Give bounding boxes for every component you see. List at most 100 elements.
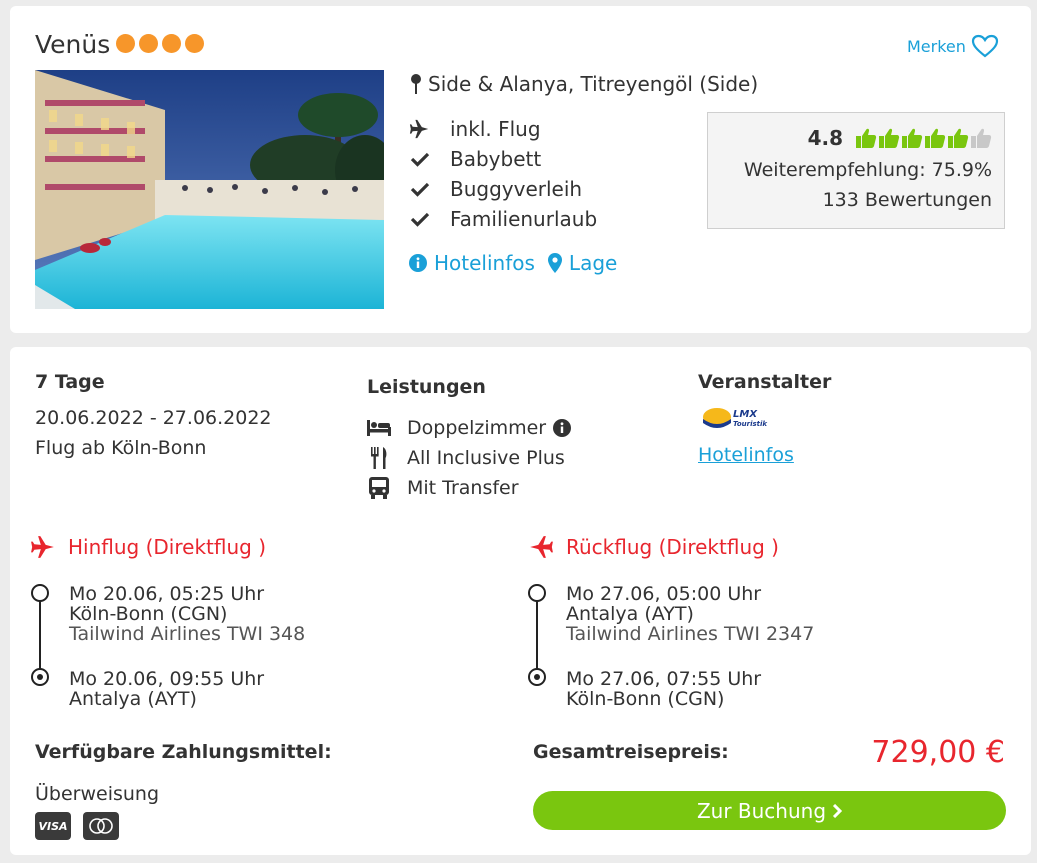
- departure-airport: Flug ab Köln-Bonn: [35, 437, 207, 459]
- timeline-line: [536, 594, 538, 676]
- feature-label: Babybett: [450, 147, 542, 171]
- payment-method: Überweisung: [35, 783, 160, 805]
- mastercard-icon: [83, 812, 119, 840]
- star-icon: [116, 34, 135, 53]
- lage-label: Lage: [568, 251, 618, 275]
- review-count[interactable]: 133 Bewertungen: [823, 189, 992, 211]
- thumb-up-icon: [879, 128, 900, 148]
- departure-time: Mo 27.06, 05:00 Uhr: [566, 583, 762, 605]
- arrival-airport: Köln-Bonn (CGN): [566, 688, 725, 710]
- star-icon: [162, 34, 181, 53]
- hotel-stars: [116, 34, 204, 53]
- feature-item: Familienurlaub: [408, 204, 597, 234]
- feature-item: inkl. Flug: [408, 114, 597, 144]
- cutlery-icon: [367, 447, 391, 469]
- veranstalter-heading: Veranstalter: [698, 371, 832, 393]
- tour-operator-logo: LMX Touristik: [700, 403, 776, 433]
- visa-icon: VISA: [35, 812, 71, 840]
- hotelinfos-label: Hotelinfos: [434, 251, 535, 275]
- total-price: 729,00 €: [871, 735, 1005, 770]
- info-icon[interactable]: [552, 418, 572, 438]
- payment-heading: Verfügbare Zahlungsmittel:: [35, 741, 332, 763]
- thumb-up-icon: [971, 128, 992, 148]
- trip-duration: 7 Tage: [35, 371, 105, 393]
- location-text: Side & Alanya, Titreyengöl (Side): [428, 72, 759, 96]
- thumb-up-icon: [948, 128, 969, 148]
- departure-airport: Antalya (AYT): [566, 603, 694, 625]
- arrival-time: Mo 27.06, 07:55 Uhr: [566, 668, 762, 690]
- trip-dates: 20.06.2022 - 27.06.2022: [35, 407, 272, 429]
- service-item: All Inclusive Plus: [367, 443, 572, 473]
- rating-box[interactable]: 4.8 Weiterempfehlung: 75.9% 133 Bewertun…: [707, 112, 1005, 229]
- arrival-dot: [528, 668, 546, 686]
- book-button[interactable]: Zur Buchung: [533, 791, 1006, 830]
- svg-text:LMX: LMX: [733, 409, 758, 420]
- arrival-airport: Antalya (AYT): [69, 688, 197, 710]
- thumb-up-icon: [925, 128, 946, 148]
- return-heading: Rückflug (Direktflug ): [528, 534, 779, 560]
- airline: Tailwind Airlines TWI 2347: [566, 623, 815, 645]
- map-marker-icon: [547, 253, 562, 273]
- airline: Tailwind Airlines TWI 348: [69, 623, 306, 645]
- hotelinfos-link[interactable]: Hotelinfos: [408, 251, 535, 275]
- hotel-location: Side & Alanya, Titreyengöl (Side): [410, 72, 758, 96]
- recommendation-rate: Weiterempfehlung: 75.9%: [743, 159, 992, 181]
- return-arrival: Mo 27.06, 07:55 Uhr Köln-Bonn (CGN): [566, 669, 761, 709]
- rating-summary: 4.8: [808, 126, 992, 150]
- svg-text:Touristik: Touristik: [733, 420, 768, 428]
- hotel-card: Venüs Merken Side & Alanya, Titreyengöl …: [10, 6, 1031, 333]
- leistungen-heading: Leistungen: [367, 376, 486, 398]
- departure-airport: Köln-Bonn (CGN): [69, 603, 228, 625]
- info-icon: [409, 254, 427, 272]
- operator-hotelinfos-link[interactable]: Hotelinfos: [698, 444, 794, 466]
- check-icon: [408, 147, 432, 171]
- hotel-info-links: Hotelinfos Lage: [408, 251, 617, 275]
- hotel-name[interactable]: Venüs: [35, 30, 110, 59]
- lage-link[interactable]: Lage: [547, 251, 617, 275]
- bus-icon: [367, 477, 391, 499]
- check-icon: [408, 207, 432, 231]
- service-item: Mit Transfer: [367, 473, 572, 503]
- merken-label: Merken: [907, 36, 966, 56]
- service-label: Mit Transfer: [407, 477, 519, 499]
- feature-label: inkl. Flug: [450, 117, 541, 141]
- total-price-heading: Gesamtreisepreis:: [533, 741, 729, 763]
- rating-score: 4.8: [807, 126, 843, 150]
- departure-dot: [31, 584, 49, 602]
- feature-label: Buggyverleih: [450, 177, 583, 201]
- plane-icon: [408, 117, 432, 141]
- heart-icon: [971, 34, 999, 58]
- return-title: Rückflug (Direktflug ): [566, 535, 779, 559]
- service-list: Doppelzimmer All Inclusive Plus Mit Tran…: [367, 413, 572, 503]
- hotel-photo[interactable]: [35, 70, 384, 309]
- plane-icon: [530, 536, 553, 558]
- offer-card: 7 Tage 20.06.2022 - 27.06.2022 Flug ab K…: [10, 347, 1031, 855]
- feature-list: inkl. Flug Babybett Buggyverleih Familie…: [408, 114, 597, 234]
- merken-button[interactable]: Merken: [907, 34, 999, 58]
- thumb-up-icon: [856, 128, 877, 148]
- departure-time: Mo 20.06, 05:25 Uhr: [69, 583, 265, 605]
- feature-item: Babybett: [408, 144, 597, 174]
- return-departure: Mo 27.06, 05:00 Uhr Antalya (AYT) Tailwi…: [566, 584, 814, 644]
- payment-cards: VISA: [35, 812, 119, 840]
- service-label: All Inclusive Plus: [407, 447, 565, 469]
- outbound-arrival: Mo 20.06, 09:55 Uhr Antalya (AYT): [69, 669, 264, 709]
- plane-icon: [31, 536, 54, 558]
- outbound-heading: Hinflug (Direktflug ): [30, 534, 266, 560]
- thumb-up-icon: [902, 128, 923, 148]
- outbound-departure: Mo 20.06, 05:25 Uhr Köln-Bonn (CGN) Tail…: [69, 584, 305, 644]
- departure-dot: [528, 584, 546, 602]
- timeline-line: [39, 594, 41, 676]
- service-item: Doppelzimmer: [367, 413, 572, 443]
- star-icon: [139, 34, 158, 53]
- chevron-right-icon: [832, 803, 843, 818]
- feature-item: Buggyverleih: [408, 174, 597, 204]
- outbound-title: Hinflug (Direktflug ): [68, 535, 266, 559]
- map-pin-icon: [411, 74, 421, 94]
- book-label: Zur Buchung: [696, 798, 827, 823]
- service-label: Doppelzimmer: [407, 417, 547, 439]
- feature-label: Familienurlaub: [450, 207, 598, 231]
- check-icon: [408, 177, 432, 201]
- arrival-dot: [31, 668, 49, 686]
- bed-icon: [367, 417, 391, 439]
